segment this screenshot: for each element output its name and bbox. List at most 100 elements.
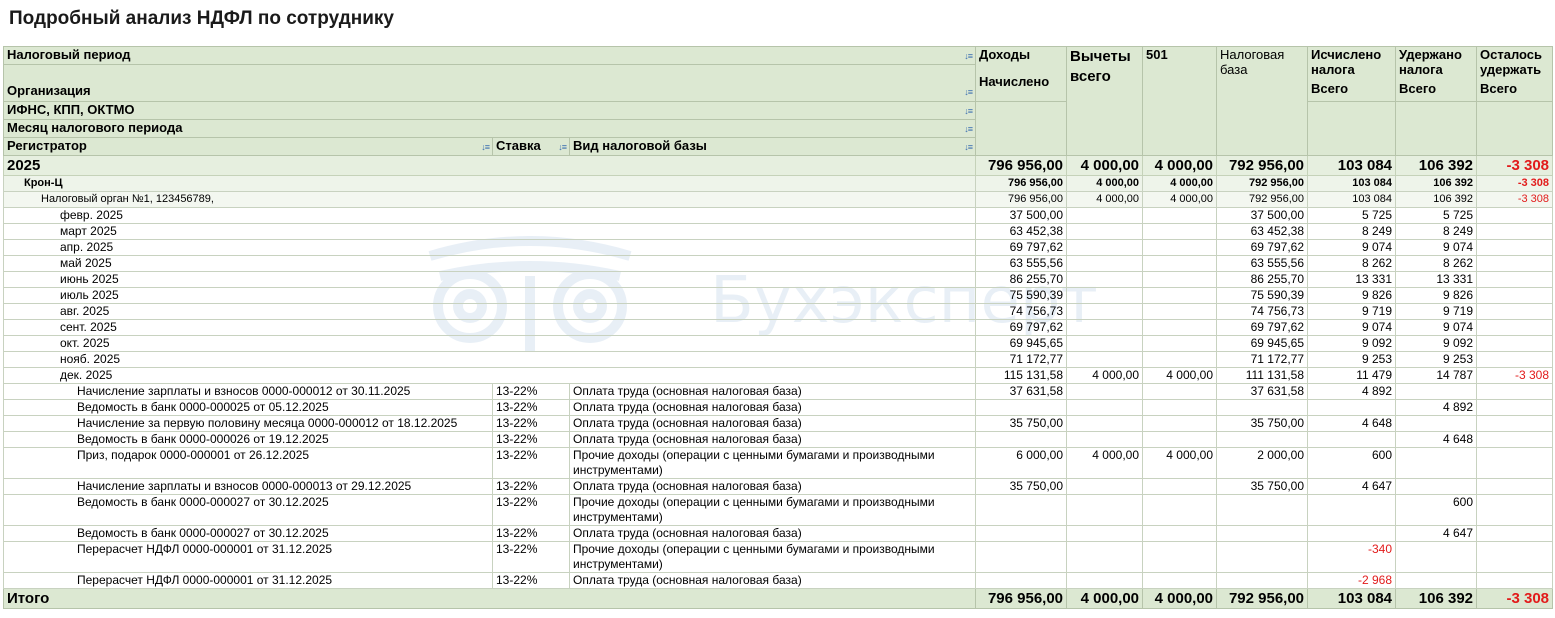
month-row[interactable]: июль 2025 75 590,39 75 590,39 9 826 9 826 — [2, 287, 1554, 304]
rate-cell: 13-22% — [492, 415, 570, 432]
year-row[interactable]: 2025 796 956,00 4 000,00 4 000,00 792 956,00… — [2, 155, 1554, 176]
rate-cell: 13-22% — [492, 399, 570, 416]
remaining-cell — [1476, 335, 1554, 352]
deductions-cell — [1066, 383, 1144, 400]
header-ifns-label: ИФНС, КПП, ОКТМО — [7, 102, 135, 118]
org-row[interactable]: Крон-Ц 796 956,00 4 000,00 4 000,00 792 956,… — [2, 175, 1554, 192]
header-month[interactable]: Месяц налогового периода ↓≡ — [2, 119, 977, 138]
col501-cell — [1142, 525, 1218, 542]
month-row[interactable]: сент. 2025 69 797,62 69 797,62 9 074 9 074 — [2, 319, 1554, 336]
col501-cell: 4 000,00 — [1142, 367, 1218, 384]
income-cell: 796 956,00 — [975, 175, 1068, 192]
header-tax-base[interactable]: Налоговая база — [1216, 46, 1309, 156]
sort-icon[interactable]: ↓≡ — [481, 140, 490, 155]
header-rate[interactable]: Ставка ↓≡ — [492, 137, 570, 156]
document-row[interactable]: Начисление за первую половину месяца 000… — [3, 415, 1554, 432]
month-row[interactable]: март 2025 63 452,38 63 452,38 8 249 8 249 — [2, 223, 1554, 240]
document-row[interactable]: Ведомость в банк 0000-000027 от 30.12.20… — [3, 494, 1554, 526]
remaining-cell: -3 308 — [1476, 191, 1554, 208]
remaining-cell — [1476, 287, 1554, 304]
document-row[interactable]: Ведомость в банк 0000-000027 от 30.12.20… — [3, 525, 1554, 542]
col501-cell — [1142, 415, 1218, 432]
row-label: май 2025 — [2, 255, 977, 272]
month-row[interactable]: июнь 2025 86 255,70 86 255,70 13 331 13 331 — [2, 271, 1554, 288]
sort-icon[interactable]: ↓≡ — [964, 104, 973, 119]
deductions-cell — [1066, 478, 1144, 495]
month-row[interactable]: апр. 2025 69 797,62 69 797,62 9 074 9 074 — [2, 239, 1554, 256]
income-cell: 69 797,62 — [975, 239, 1068, 256]
document-label: Ведомость в банк 0000-000026 от 19.12.20… — [3, 431, 493, 448]
tax-base-cell — [1216, 431, 1309, 448]
month-row[interactable]: май 2025 63 555,56 63 555,56 8 262 8 262 — [2, 255, 1554, 272]
header-income-label: Доходы — [979, 47, 1031, 63]
income-cell: 796 956,00 — [975, 191, 1068, 208]
header-period[interactable]: Налоговый период ↓≡ — [2, 46, 977, 65]
deductions-cell — [1066, 255, 1144, 272]
month-row[interactable]: февр. 2025 37 500,00 37 500,00 5 725 5 725 — [2, 207, 1554, 224]
withheld-cell: 8 262 — [1395, 255, 1478, 272]
withheld-cell: 600 — [1395, 494, 1478, 526]
remaining-cell — [1476, 207, 1554, 224]
header-withheld-sub: Всего — [1399, 81, 1437, 96]
header-501[interactable]: 501 — [1142, 46, 1218, 156]
deductions-cell: 4 000,00 — [1066, 588, 1144, 609]
withheld-cell — [1395, 541, 1478, 573]
document-label: Ведомость в банк 0000-000025 от 05.12.20… — [3, 399, 493, 416]
header-deductions[interactable]: Вычеты всего — [1066, 46, 1144, 156]
sort-icon[interactable]: ↓≡ — [964, 122, 973, 137]
header-withheld-label: Удержано налога — [1399, 47, 1462, 78]
income-cell: 35 750,00 — [975, 478, 1068, 495]
col501-cell — [1142, 223, 1218, 240]
document-row[interactable]: Перерасчет НДФЛ 0000-000001 от 31.12.202… — [3, 541, 1554, 573]
remaining-cell — [1476, 255, 1554, 272]
withheld-cell — [1395, 572, 1478, 589]
document-row[interactable]: Перерасчет НДФЛ 0000-000001 от 31.12.202… — [3, 572, 1554, 589]
header-income[interactable]: Доходы Начислено — [975, 46, 1068, 102]
page-title: Подробный анализ НДФЛ по сотруднику — [9, 8, 394, 29]
calculated-cell: 8 262 — [1307, 255, 1397, 272]
document-label: Начисление зарплаты и взносов 0000-00001… — [3, 383, 493, 400]
income-cell: 37 631,58 — [975, 383, 1068, 400]
sort-icon[interactable]: ↓≡ — [964, 140, 973, 155]
sort-icon[interactable]: ↓≡ — [558, 140, 567, 155]
ndfl-report-table: Налоговый период ↓≡ Доходы Начислено Вычет… — [2, 46, 1554, 609]
month-row[interactable]: авг. 2025 74 756,73 74 756,73 9 719 9 719 — [2, 303, 1554, 320]
header-registrar[interactable]: Регистратор ↓≡ — [3, 137, 493, 156]
ifns-row[interactable]: Налоговый орган №1, 123456789, 796 956,00… — [2, 191, 1554, 208]
sort-icon[interactable]: ↓≡ — [964, 49, 973, 64]
header-ifns[interactable]: ИФНС, КПП, ОКТМО ↓≡ — [2, 101, 977, 120]
base-kind-cell: Прочие доходы (операции с ценными бумага… — [568, 447, 977, 479]
calculated-cell: 600 — [1307, 447, 1397, 479]
col501-cell: 4 000,00 — [1142, 155, 1218, 176]
document-row[interactable]: Начисление зарплаты и взносов 0000-00001… — [3, 478, 1554, 495]
header-calculated[interactable]: Исчислено налога Всего — [1307, 46, 1397, 102]
calculated-cell: 11 479 — [1307, 367, 1397, 384]
header-org[interactable]: Организация ↓≡ — [2, 64, 977, 102]
document-row[interactable]: Ведомость в банк 0000-000026 от 19.12.20… — [3, 431, 1554, 448]
deductions-cell: 4 000,00 — [1066, 155, 1144, 176]
document-label: Ведомость в банк 0000-000027 от 30.12.20… — [3, 494, 493, 526]
month-row[interactable]: окт. 2025 69 945,65 69 945,65 9 092 9 092 — [2, 335, 1554, 352]
deductions-cell — [1066, 303, 1144, 320]
header-base-kind[interactable]: Вид налоговой базы ↓≡ — [568, 137, 977, 156]
header-withheld[interactable]: Удержано налога Всего — [1395, 46, 1478, 102]
withheld-cell: 9 074 — [1395, 319, 1478, 336]
calculated-cell: 103 084 — [1307, 175, 1397, 192]
document-row[interactable]: Ведомость в банк 0000-000025 от 05.12.20… — [3, 399, 1554, 416]
month-row[interactable]: нояб. 2025 71 172,77 71 172,77 9 253 9 253 — [2, 351, 1554, 368]
document-row[interactable]: Начисление зарплаты и взносов 0000-00001… — [3, 383, 1554, 400]
header-rate-label: Ставка — [496, 138, 541, 154]
remaining-cell: -3 308 — [1476, 588, 1554, 609]
total-row[interactable]: Итого 796 956,00 4 000,00 4 000,00 792 956,0… — [2, 588, 1554, 609]
document-row[interactable]: Приз, подарок 0000-000001 от 26.12.2025 1… — [3, 447, 1554, 479]
calculated-cell: 103 084 — [1307, 155, 1397, 176]
row-label: сент. 2025 — [2, 319, 977, 336]
row-label: Итого — [2, 588, 977, 609]
base-kind-cell: Оплата труда (основная налоговая база) — [568, 383, 977, 400]
sort-icon[interactable]: ↓≡ — [964, 84, 973, 101]
calculated-cell: 103 084 — [1307, 588, 1397, 609]
header-remaining-fill — [1476, 101, 1554, 156]
header-remaining[interactable]: Осталось удержать Всего — [1476, 46, 1554, 102]
remaining-cell — [1476, 415, 1554, 432]
month-row-december[interactable]: дек. 2025 115 131,58 4 000,00 4 000,00 111 1… — [2, 367, 1554, 384]
